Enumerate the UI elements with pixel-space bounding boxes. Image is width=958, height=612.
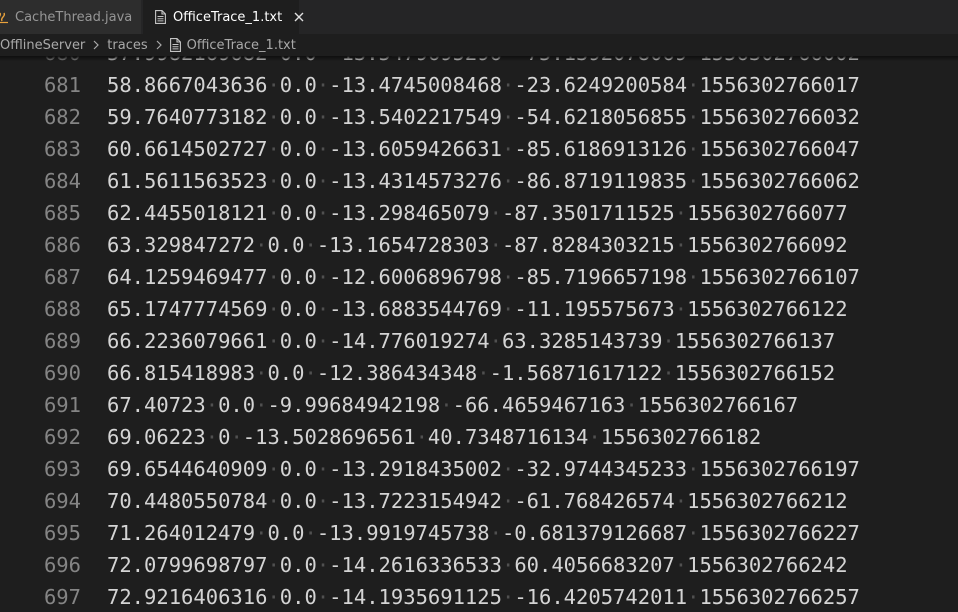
tab-officetrace-txt[interactable]: OfficeTrace_1.txt xyxy=(143,0,304,34)
code-line[interactable]: 692 69.06223·0·-13.5028696561·40.73487161… xyxy=(0,421,958,453)
line-number: 692 xyxy=(43,425,81,449)
line-text[interactable]: 66.2236079661·0.0·-14.776019274·63.32851… xyxy=(107,329,835,353)
java-file-icon xyxy=(0,10,8,24)
line-text[interactable]: 63.329847272·0.0·-13.1654728303·-87.8284… xyxy=(107,233,848,257)
line-number: 688 xyxy=(43,297,81,321)
line-text[interactable]: 59.7640773182·0.0·-13.5402217549·-54.621… xyxy=(107,105,860,129)
line-number: 695 xyxy=(43,521,81,545)
code-line[interactable]: 688 65.1747774569·0.0·-13.6883544769·-11.… xyxy=(0,293,958,325)
line-number: 686 xyxy=(43,233,81,257)
code-line[interactable]: 690 66.815418983·0.0·-12.386434348·-1.568… xyxy=(0,357,958,389)
line-number: 682 xyxy=(43,105,81,129)
code-lines: 68057.9982169682·0.0·-13.5479695296·-75.… xyxy=(0,56,958,612)
tab-label: OfficeTrace_1.txt xyxy=(173,9,283,25)
line-number: 683 xyxy=(43,137,81,161)
code-line[interactable]: 697 72.9216406316·0.0·-14.1935691125·-16.… xyxy=(0,581,958,612)
line-number: 694 xyxy=(43,489,81,513)
code-line[interactable]: 696 72.0799698797·0.0·-14.2616336533·60.4… xyxy=(0,549,958,581)
line-text[interactable]: 65.1747774569·0.0·-13.6883544769·-11.195… xyxy=(107,297,848,321)
line-number: 691 xyxy=(43,393,81,417)
line-text[interactable]: 62.4455018121·0.0·-13.298465079·-87.3501… xyxy=(107,201,848,225)
line-number: 690 xyxy=(43,361,81,385)
line-number: 684 xyxy=(43,169,81,193)
editor-scroll-shadow xyxy=(0,56,958,61)
text-file-icon xyxy=(155,10,166,24)
line-text[interactable]: 69.06223·0·-13.5028696561·40.7348716134·… xyxy=(107,425,761,449)
code-line[interactable]: 683 60.6614502727·0.0·-13.6059426631·-85.… xyxy=(0,133,958,165)
chevron-right-icon xyxy=(91,39,101,51)
line-text[interactable]: 71.264012479·0.0·-13.9919745738·-0.68137… xyxy=(107,521,860,545)
code-line[interactable]: 694 70.4480550784·0.0·-13.7223154942·-61.… xyxy=(0,485,958,517)
line-number: 687 xyxy=(43,265,81,289)
line-text[interactable]: 60.6614502727·0.0·-13.6059426631·-85.618… xyxy=(107,137,860,161)
code-editor[interactable]: 68057.9982169682·0.0·-13.5479695296·-75.… xyxy=(0,56,958,612)
line-text[interactable]: 72.9216406316·0.0·-14.1935691125·-16.420… xyxy=(107,585,860,609)
breadcrumb-item-offlineserver[interactable]: OfflineServer xyxy=(0,38,85,53)
line-text[interactable]: 66.815418983·0.0·-12.386434348·-1.568716… xyxy=(107,361,835,385)
code-line[interactable]: 684 61.5611563523·0.0·-13.4314573276·-86.… xyxy=(0,165,958,197)
code-line[interactable]: 682 59.7640773182·0.0·-13.5402217549·-54.… xyxy=(0,101,958,133)
line-text[interactable]: 69.6544640909·0.0·-13.2918435002·-32.974… xyxy=(107,457,860,481)
line-text[interactable]: 70.4480550784·0.0·-13.7223154942·-61.768… xyxy=(107,489,848,513)
line-text[interactable]: 61.5611563523·0.0·-13.4314573276·-86.871… xyxy=(107,169,860,193)
breadcrumb-item-officetrace[interactable]: OfficeTrace_1.txt xyxy=(187,38,296,53)
close-icon[interactable] xyxy=(291,9,307,25)
code-line[interactable]: 687 64.1259469477·0.0·-12.6006896798·-85.… xyxy=(0,261,958,293)
code-line[interactable]: 695 71.264012479·0.0·-13.9919745738·-0.68… xyxy=(0,517,958,549)
code-line[interactable]: 693 69.6544640909·0.0·-13.2918435002·-32.… xyxy=(0,453,958,485)
line-text[interactable]: 67.40723·0.0·-9.99684942198·-66.46594671… xyxy=(107,393,798,417)
line-text[interactable]: 58.8667043636·0.0·-13.4745008468·-23.624… xyxy=(107,73,860,97)
line-number: 693 xyxy=(43,457,81,481)
line-number: 689 xyxy=(43,329,81,353)
breadcrumb: OfflineServer traces OfficeTrace_1.txt xyxy=(0,34,958,56)
line-number: 696 xyxy=(43,553,81,577)
breadcrumb-item-traces[interactable]: traces xyxy=(107,38,147,53)
chevron-right-icon xyxy=(154,39,164,51)
text-file-icon xyxy=(169,38,181,52)
line-number: 697 xyxy=(43,585,81,609)
code-line[interactable]: 686 63.329847272·0.0·-13.1654728303·-87.8… xyxy=(0,229,958,261)
line-text[interactable]: 64.1259469477·0.0·-12.6006896798·-85.719… xyxy=(107,265,860,289)
tab-label: CacheThread.java xyxy=(15,9,133,25)
line-number: 681 xyxy=(43,73,81,97)
code-line[interactable]: 681 58.8667043636·0.0·-13.4745008468·-23.… xyxy=(0,69,958,101)
line-number: 685 xyxy=(43,201,81,225)
code-line[interactable]: 685 62.4455018121·0.0·-13.298465079·-87.3… xyxy=(0,197,958,229)
editor-tab-bar: CacheThread.java OfficeTrace_1.txt xyxy=(0,0,958,34)
line-text[interactable]: 72.0799698797·0.0·-14.2616336533·60.4056… xyxy=(107,553,848,577)
tab-cachethread-java[interactable]: CacheThread.java xyxy=(0,0,142,34)
code-line[interactable]: 691 67.40723·0.0·-9.99684942198·-66.46594… xyxy=(0,389,958,421)
code-line[interactable]: 689 66.2236079661·0.0·-14.776019274·63.32… xyxy=(0,325,958,357)
